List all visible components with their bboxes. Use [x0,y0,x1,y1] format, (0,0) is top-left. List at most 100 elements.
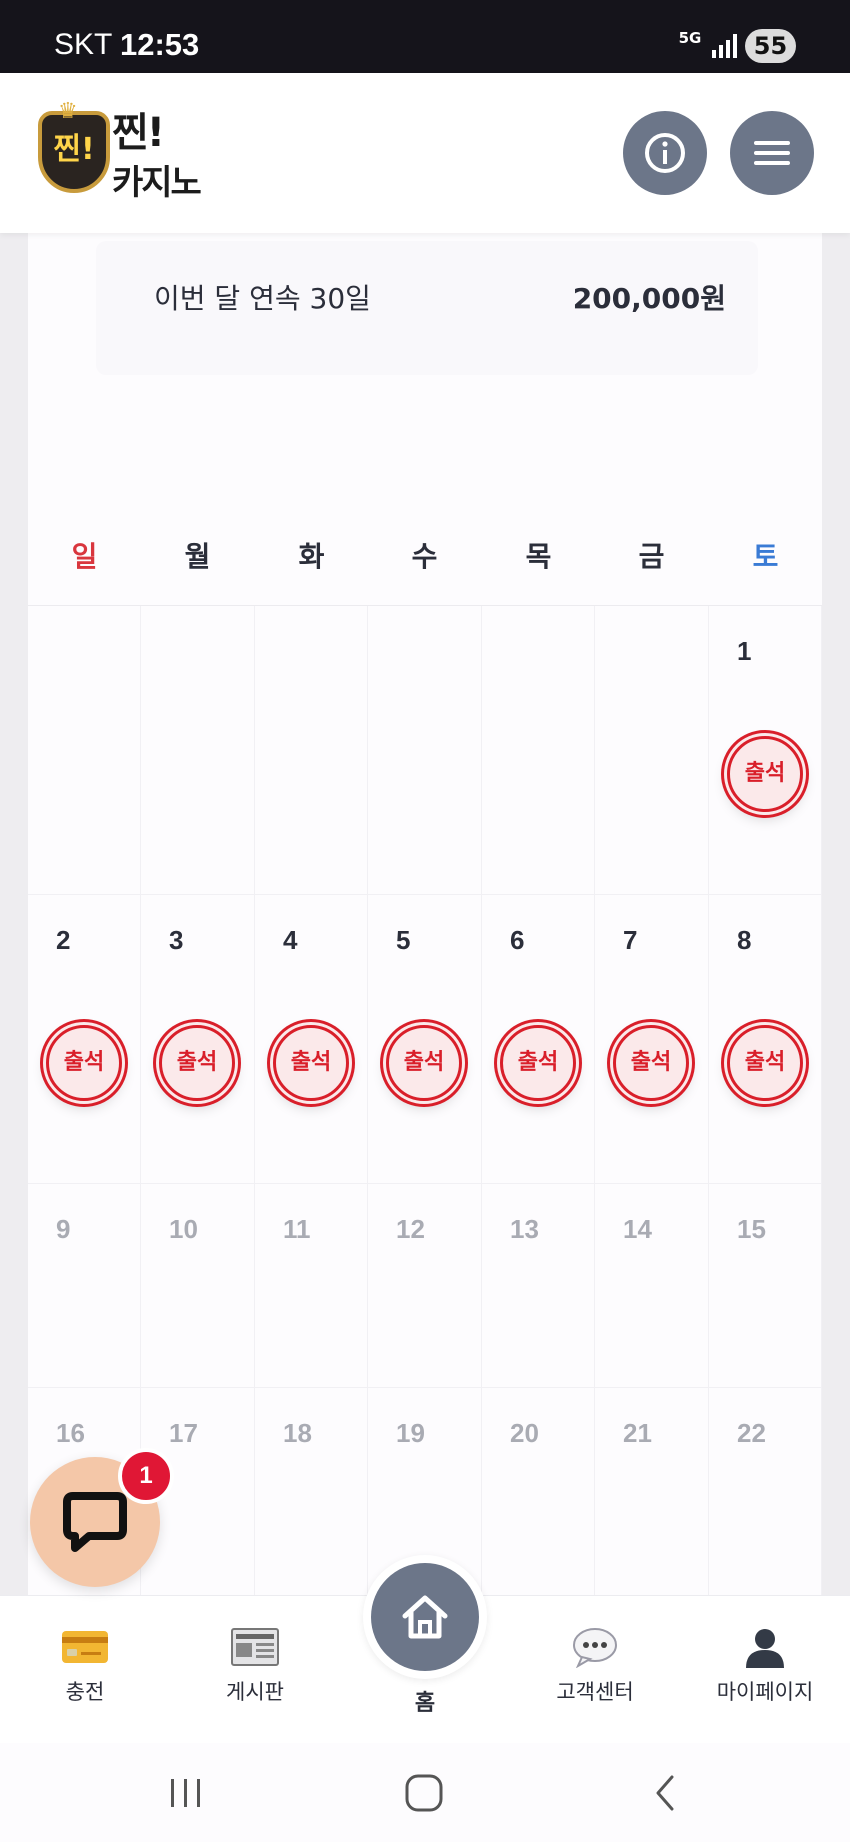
stamp-label: 출석 [403,1050,445,1075]
signal-icon [712,34,738,58]
attendance-stamp: 출석 [159,1025,235,1101]
carrier-label: SKT [54,28,113,61]
back-icon[interactable] [646,1773,686,1813]
day-number: 19 [396,1418,425,1448]
calendar-day-10[interactable]: 10 [141,1184,255,1388]
chat-notification-badge: 1 [118,1448,174,1504]
attendance-stamp: 출석 [613,1025,689,1101]
calendar-day-1[interactable]: 1 출석 [709,606,822,895]
day-number: 12 [396,1214,425,1244]
day-number: 15 [737,1214,766,1244]
calendar-empty-cell [368,606,482,895]
day-number: 8 [737,925,752,955]
calendar-day-21[interactable]: 21 [595,1388,709,1595]
nav-mypage[interactable]: 마이페이지 [680,1596,850,1744]
day-number: 18 [283,1418,312,1448]
calendar-empty-cell [141,606,255,895]
calendar-day-13[interactable]: 13 [482,1184,595,1388]
calendar-day-18[interactable]: 18 [255,1388,368,1595]
logo-text-bottom: 카지노 [112,163,202,203]
day-number: 7 [623,925,638,955]
day-number: 3 [169,925,184,955]
calendar-day-8[interactable]: 8 출석 [709,895,822,1184]
weekday-sun: 일 [71,540,98,573]
calendar-day-22[interactable]: 22 [709,1388,822,1595]
newspaper-icon [231,1628,279,1666]
calendar-day-3[interactable]: 3 출석 [141,895,255,1184]
nav-charge[interactable]: 충전 [0,1596,170,1744]
day-number: 10 [169,1214,198,1244]
day-number: 14 [623,1214,652,1244]
reward-label: 이번 달 연속 30일 [154,282,371,315]
day-number: 17 [169,1418,198,1448]
calendar-day-4[interactable]: 4 출석 [255,895,368,1184]
day-number: 13 [510,1214,539,1244]
stamp-label: 출석 [176,1050,218,1075]
battery-indicator: 55 [745,29,796,63]
info-button[interactable] [623,111,707,195]
crown-icon: ♛ [58,99,78,124]
nav-charge-label: 충전 [65,1680,105,1704]
calendar-day-9[interactable]: 9 [28,1184,141,1388]
network-icon: 5G [678,29,702,47]
day-number: 9 [56,1214,71,1244]
credit-card-icon [62,1631,108,1663]
calendar-day-5[interactable]: 5 출석 [368,895,482,1184]
nav-home[interactable] [363,1555,487,1679]
calendar-day-20[interactable]: 20 [482,1388,595,1595]
home-system-icon[interactable] [404,1773,444,1813]
weekday-mon: 월 [184,540,211,573]
calendar-day-2[interactable]: 2 출석 [28,895,141,1184]
nav-home-label: 홈 [414,1691,436,1716]
calendar-day-7[interactable]: 7 출석 [595,895,709,1184]
calendar-day-6[interactable]: 6 출석 [482,895,595,1184]
day-number: 4 [283,925,298,955]
logo-text-top: 찐! [112,110,165,156]
stamp-label: 출석 [290,1050,332,1075]
attendance-stamp: 출석 [386,1025,462,1101]
reward-row: 이번 달 연속 30일 200,000원 [96,241,758,375]
app-header: 찐! ♛ 찐! 카지노 [0,73,850,233]
screen: SKT 12:53 5G 55 찐! ♛ 찐! 카지노 이번 달 연속 30일 … [0,0,850,1842]
day-number: 11 [283,1214,311,1244]
home-button-circle [371,1563,479,1671]
scroll-content[interactable]: 이번 달 연속 30일 200,000원 일 월 화 수 목 금 토 1 출석 … [0,233,850,1595]
stamp-label: 출석 [63,1050,105,1075]
menu-button[interactable] [730,111,814,195]
chat-bubble-icon [63,1492,127,1552]
stamp-label: 출석 [744,761,786,786]
day-number: 20 [510,1418,539,1448]
day-number: 5 [396,925,411,955]
home-icon [402,1595,448,1639]
clock: 12:53 [120,27,200,62]
weekday-thu: 목 [525,540,552,573]
nav-board[interactable]: 게시판 [170,1596,340,1744]
day-number: 6 [510,925,525,955]
hamburger-icon [754,141,790,165]
system-nav-bar [0,1743,850,1842]
nav-support-label: 고객센터 [556,1680,634,1704]
calendar-empty-cell [28,606,141,895]
user-silhouette-icon [746,1629,784,1668]
stamp-label: 출석 [630,1050,672,1075]
weekday-sat: 토 [752,540,779,573]
attendance-stamp: 출석 [727,1025,803,1101]
recent-apps-icon[interactable] [166,1773,206,1813]
weekday-fri: 금 [638,540,665,573]
calendar-day-12[interactable]: 12 [368,1184,482,1388]
day-number: 16 [56,1418,85,1448]
attendance-stamp: 출석 [727,736,803,812]
calendar-day-11[interactable]: 11 [255,1184,368,1388]
calendar-day-14[interactable]: 14 [595,1184,709,1388]
attendance-stamp: 출석 [500,1025,576,1101]
calendar-day-15[interactable]: 15 [709,1184,822,1388]
day-number: 22 [737,1418,766,1448]
attendance-stamp: 출석 [46,1025,122,1101]
calendar-empty-cell [482,606,595,895]
info-icon [645,133,685,173]
stamp-label: 출석 [517,1050,559,1075]
site-logo[interactable]: 찐! ♛ 찐! 카지노 [34,99,224,203]
nav-board-label: 게시판 [226,1680,284,1704]
nav-support[interactable]: 고객센터 [510,1596,680,1744]
day-number: 1 [737,636,752,666]
